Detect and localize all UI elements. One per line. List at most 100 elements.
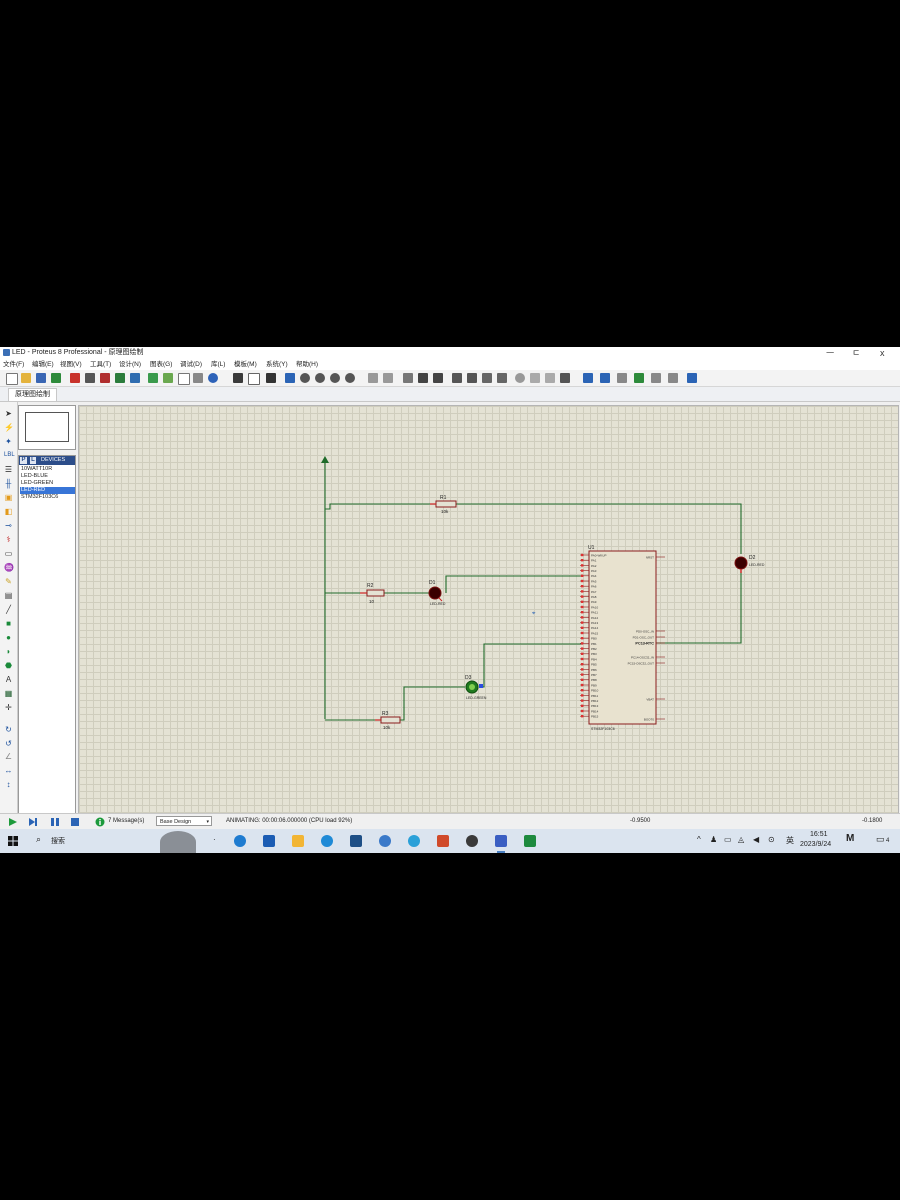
new-sheet-icon[interactable]	[651, 373, 661, 383]
windows-start-icon[interactable]	[8, 836, 18, 846]
app-icon-11[interactable]	[524, 835, 536, 847]
design-variant-select[interactable]: Base Design ▾	[156, 816, 212, 826]
make-device-icon[interactable]	[530, 373, 540, 383]
app-icon-8[interactable]	[437, 835, 449, 847]
messages-count[interactable]: 7 Message(s)	[108, 814, 144, 829]
property-assignment-icon[interactable]	[617, 373, 627, 383]
edge-browser-icon[interactable]	[234, 835, 246, 847]
chevron-up-icon[interactable]: ^	[697, 835, 701, 844]
text-script-icon[interactable]: ☰	[4, 465, 13, 474]
qq-tray-icon[interactable]: ♟	[710, 835, 717, 844]
home-icon[interactable]	[70, 373, 80, 383]
menu-help[interactable]: 帮助(H)	[296, 359, 318, 370]
copy-icon[interactable]	[418, 373, 428, 383]
pause-button[interactable]	[50, 817, 60, 827]
circle-tool-icon[interactable]: ●	[4, 633, 13, 642]
device-item[interactable]: LED-BLUE	[20, 473, 75, 480]
refresh-icon[interactable]	[233, 373, 243, 383]
zoom-area-icon[interactable]	[345, 373, 355, 383]
app-icon-6[interactable]	[379, 835, 391, 847]
rotation-angle-icon[interactable]: ∠	[4, 752, 13, 761]
menu-file[interactable]: 文件(F)	[3, 359, 24, 370]
schematic-icon[interactable]	[85, 373, 95, 383]
voltage-probe-icon[interactable]: ✎	[4, 577, 13, 586]
rotate-ccw-icon[interactable]: ↺	[4, 739, 13, 748]
gerber-icon[interactable]	[115, 373, 125, 383]
resistor-r3[interactable]: R3 10k	[375, 711, 401, 730]
design-explorer-2-icon[interactable]	[634, 373, 644, 383]
block-copy-icon[interactable]	[452, 373, 462, 383]
line-tool-icon[interactable]: ╱	[4, 605, 13, 614]
text-tool-icon[interactable]: A	[4, 675, 13, 684]
meet-now-icon[interactable]: M	[846, 833, 854, 844]
zoom-all-icon[interactable]	[330, 373, 340, 383]
app-icon-9[interactable]	[466, 835, 478, 847]
pick-device-icon[interactable]	[515, 373, 525, 383]
wire-label-icon[interactable]: LBL	[4, 451, 15, 460]
schematic-canvas[interactable]: R1 10k R2 10 R3 10k D1 LED-RED D2 LED-RE…	[78, 405, 899, 819]
mirror-x-icon[interactable]: ↔	[4, 766, 13, 775]
wire-autorouter-icon[interactable]	[583, 373, 593, 383]
led-d1[interactable]: D1 LED-RED	[428, 580, 446, 606]
import-icon[interactable]	[51, 373, 61, 383]
open-folder-icon[interactable]	[21, 373, 31, 383]
netlist-icon[interactable]	[687, 373, 697, 383]
proteus-taskbar-icon[interactable]	[495, 835, 507, 847]
restore-button[interactable]: ㄷ	[852, 347, 860, 359]
menu-template[interactable]: 模板(M)	[234, 359, 257, 370]
packaging-tool-icon[interactable]	[545, 373, 555, 383]
input-language[interactable]: 英	[786, 835, 794, 846]
decompose-icon[interactable]	[560, 373, 570, 383]
device-item[interactable]: LED-GREEN	[20, 480, 75, 487]
block-delete-icon[interactable]	[497, 373, 507, 383]
notification-center-icon[interactable]: ▭	[876, 834, 885, 845]
bom-icon[interactable]	[148, 373, 158, 383]
component-mode-icon[interactable]: ⚡	[4, 423, 14, 432]
play-button[interactable]	[8, 817, 18, 827]
resistor-r2[interactable]: R2 10	[360, 583, 385, 604]
power-terminal-icon[interactable]	[321, 456, 329, 463]
selection-mode-icon[interactable]: ➤	[4, 409, 13, 418]
terminal-icon[interactable]: ◧	[4, 507, 13, 516]
pick-devices-button[interactable]: P	[20, 457, 27, 464]
ime-icon[interactable]: ⊙	[768, 835, 775, 844]
app-icon-4[interactable]	[321, 835, 333, 847]
device-item[interactable]: 10WATT10R	[20, 466, 75, 473]
save-icon[interactable]	[36, 373, 46, 383]
network-icon[interactable]: ◬	[738, 835, 744, 844]
zoom-in-icon[interactable]	[300, 373, 310, 383]
minimize-button[interactable]: ㅡ	[826, 347, 834, 359]
bus-icon[interactable]: ╫	[4, 479, 13, 488]
tab-schematic-capture[interactable]: 原理图绘制	[8, 388, 57, 401]
taskbar-search-label[interactable]: 搜索	[51, 836, 65, 846]
resistor-r1[interactable]: R1 10k	[430, 495, 457, 514]
path-tool-icon[interactable]: ⬣	[4, 661, 13, 670]
help-icon[interactable]	[208, 373, 218, 383]
new-file-icon[interactable]	[6, 373, 18, 385]
tape-recorder-icon[interactable]: ▭	[4, 549, 13, 558]
symbol-tool-icon[interactable]: ▦	[4, 689, 13, 698]
box-tool-icon[interactable]: ■	[4, 619, 13, 628]
redo-icon[interactable]	[383, 373, 393, 383]
undo-icon[interactable]	[368, 373, 378, 383]
search-highlight-image-icon[interactable]	[160, 831, 196, 853]
pan-icon[interactable]	[285, 373, 295, 383]
menu-edit[interactable]: 编辑(E)	[32, 359, 54, 370]
remove-sheet-icon[interactable]	[668, 373, 678, 383]
clock-time[interactable]: 16:51	[810, 831, 828, 838]
menu-tools[interactable]: 工具(T)	[90, 359, 111, 370]
led-d2[interactable]: D2 LED-RED	[734, 555, 765, 573]
origin-icon[interactable]	[266, 373, 276, 383]
source-code-icon[interactable]	[163, 373, 173, 383]
microcontroller-u1[interactable]: U1 STM32F103C6 PA0-WKUP PA1PA2PA3PA4PA5 PA…	[580, 545, 665, 731]
mirror-y-icon[interactable]: ↕	[4, 780, 13, 789]
battery-icon[interactable]: ▭	[724, 835, 732, 844]
generator-icon[interactable]: ♒	[4, 563, 14, 572]
device-pin-icon[interactable]: ⊸	[4, 521, 13, 530]
library-manager-button[interactable]: L	[30, 457, 36, 464]
close-button[interactable]: x	[880, 347, 885, 359]
zoom-out-icon[interactable]	[315, 373, 325, 383]
app-icon-7[interactable]	[408, 835, 420, 847]
overview-window[interactable]	[18, 405, 76, 450]
grid-toggle-icon[interactable]	[248, 373, 260, 385]
